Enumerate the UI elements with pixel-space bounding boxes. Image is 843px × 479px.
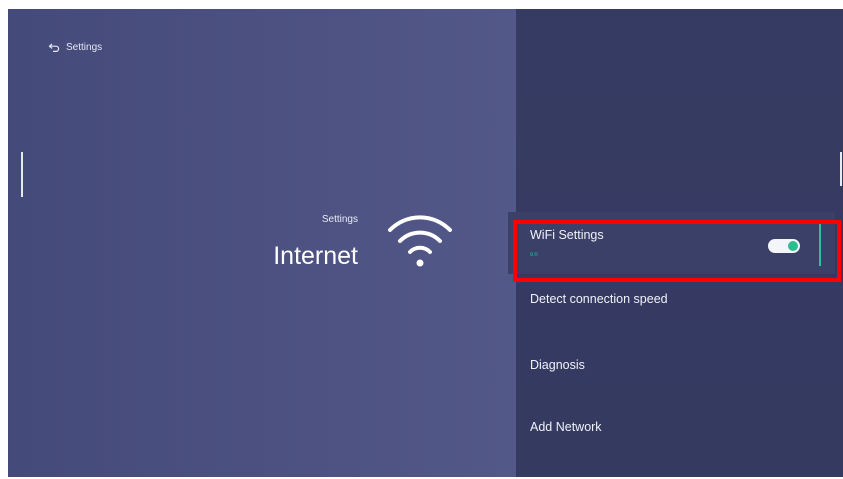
back-button[interactable]: Settings: [48, 41, 102, 53]
menu-item-detect-speed[interactable]: Detect connection speed: [508, 292, 835, 322]
menu-item-diagnosis[interactable]: Diagnosis: [508, 358, 835, 388]
add-network-label: Add Network: [530, 420, 602, 434]
left-scroll-indicator: [21, 152, 23, 197]
page-title: Internet: [273, 242, 358, 270]
back-arrow-icon: [48, 43, 60, 52]
highlight-box: [513, 220, 841, 282]
detect-speed-label: Detect connection speed: [530, 292, 668, 306]
right-scroll-indicator: [840, 152, 842, 186]
diagnosis-label: Diagnosis: [530, 358, 585, 372]
wifi-icon: [388, 215, 452, 267]
back-label: Settings: [66, 41, 103, 53]
page-subtitle: Settings: [321, 214, 358, 225]
menu-item-add-network[interactable]: Add Network: [508, 420, 835, 450]
